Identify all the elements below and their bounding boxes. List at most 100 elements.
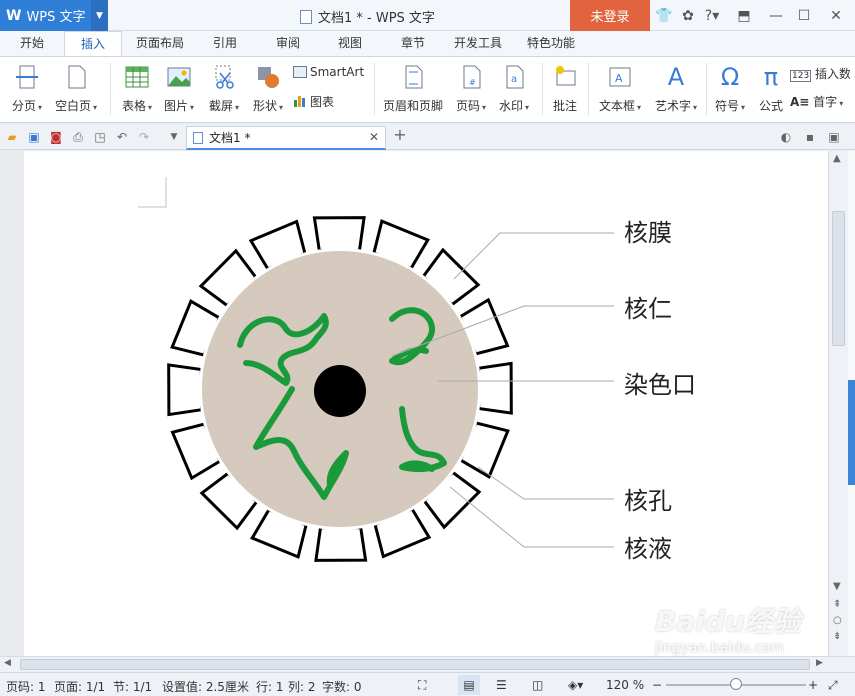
next-page-icon[interactable]: ⇟ (833, 631, 841, 642)
textbox-button[interactable]: A 文本框 ▾ (594, 63, 646, 114)
status-page: 页码: 1 (6, 680, 46, 694)
tab-insert[interactable]: 插入 (64, 31, 122, 56)
doc-panel-icon[interactable]: ◐ (778, 129, 794, 145)
outline-view-icon[interactable]: ☰ (496, 678, 507, 692)
smartart-icon (293, 66, 307, 78)
scroll-down-icon[interactable]: ▼ (833, 581, 841, 592)
leader-line-pore (477, 466, 614, 500)
maximize-icon[interactable]: ☐ (794, 6, 814, 26)
print-icon[interactable]: ⎙ (70, 129, 86, 145)
picture-button[interactable]: 图片 ▾ (160, 63, 198, 114)
side-panel-toggle[interactable] (848, 380, 855, 485)
page-break-button[interactable]: 分页 ▾ (8, 63, 46, 114)
close-tab-icon[interactable]: ✕ (369, 130, 379, 144)
chevron-down-icon[interactable]: ▼ (166, 129, 182, 145)
header-footer-button[interactable]: 页眉和页脚 (380, 63, 446, 114)
tab-home[interactable]: 开始 (8, 31, 56, 56)
watermark-url: jingyan.baidu.com (655, 640, 785, 656)
symbol-button[interactable]: Ω 符号 ▾ (710, 63, 750, 114)
zoom-slider-knob[interactable] (730, 678, 742, 690)
window-title: 文档1 * - WPS 文字 (300, 7, 435, 26)
formula-button[interactable]: π 公式 (754, 63, 788, 114)
close-doc-icon[interactable]: ▣ (826, 129, 842, 145)
open-folder-icon[interactable]: ▰ (4, 129, 20, 145)
reading-mode-icon[interactable]: ◈▾ (568, 678, 583, 692)
tab-chapter[interactable]: 章节 (388, 31, 438, 56)
blank-page-button[interactable]: 空白页 ▾ (50, 63, 102, 114)
login-button[interactable]: 未登录 (570, 0, 650, 31)
new-tab-icon[interactable]: + (392, 127, 408, 143)
zoom-in-icon[interactable]: + (808, 678, 818, 692)
quick-access-bar: ▰ ▣ ◙ ⎙ ◳ ↶ ↷ ▼ 文档1 * ✕ + ◐ ▪ ▣ (0, 124, 855, 150)
scroll-up-icon[interactable]: ▲ (833, 153, 841, 164)
tab-review[interactable]: 审阅 (263, 31, 313, 56)
insert-number-button[interactable]: 123 插入数 (790, 65, 850, 82)
smartart-button[interactable]: SmartArt (293, 65, 368, 79)
tab-developer[interactable]: 开发工具 (447, 31, 509, 56)
feedback-icon[interactable]: ✿ (678, 6, 698, 26)
minimize-icon[interactable]: — (766, 6, 786, 26)
page-view-icon[interactable]: ▤ (458, 675, 480, 695)
membrane-segment (476, 361, 513, 415)
undo-icon[interactable]: ↶ (114, 129, 130, 145)
export-pdf-icon[interactable]: ◙ (48, 129, 64, 145)
watermark-button[interactable]: a 水印 ▾ (494, 63, 534, 114)
status-bar: 页码: 1 页面: 1/1 节: 1/1 设置值: 2.5厘米 行: 1 列: … (0, 672, 855, 696)
table-button[interactable]: 表格 ▾ (118, 63, 156, 114)
baidu-watermark: Baidu经验 jingyan.baidu.com (655, 600, 815, 670)
scroll-left-icon[interactable]: ◀ (4, 658, 11, 668)
picture-icon (165, 63, 193, 91)
page-number-button[interactable]: # 页码 ▾ (452, 63, 490, 114)
help-icon[interactable]: ?▾ (702, 6, 722, 26)
document-tab[interactable]: 文档1 * ✕ (186, 126, 386, 150)
wordart-icon: A (667, 63, 685, 91)
zoom-level[interactable]: 120 % (606, 678, 644, 692)
skin-icon[interactable]: 👕 (654, 6, 674, 26)
label-chromatin: 染色口 (624, 371, 696, 399)
zoom-out-icon[interactable]: − (652, 678, 662, 692)
drop-cap-icon: A≡ (790, 95, 810, 109)
select-browse-icon[interactable]: ○ (833, 615, 842, 626)
shape-button[interactable]: 形状 ▾ (248, 63, 288, 114)
minimize-doc-icon[interactable]: ▪ (802, 129, 818, 145)
document-page[interactable]: 核膜 核仁 染色口 核孔 核液 (24, 151, 828, 656)
nucleus-diagram: 核膜 核仁 染色口 核孔 核液 (138, 177, 696, 565)
status-col: 列: 2 (288, 680, 316, 694)
web-view-icon[interactable]: ◫ (532, 678, 543, 692)
fullscreen-icon[interactable]: ⛶ (418, 678, 426, 693)
fit-window-icon[interactable]: ⤢ (828, 678, 838, 693)
textbox-icon: A (606, 63, 634, 91)
tab-layout[interactable]: 页面布局 (130, 31, 190, 56)
drop-cap-button[interactable]: A≡ 首字 ▾ (790, 93, 850, 110)
wordart-button[interactable]: A 艺术字 ▾ (650, 63, 702, 114)
scroll-right-icon[interactable]: ▶ (816, 658, 823, 668)
tab-references[interactable]: 引用 (200, 31, 250, 56)
redo-icon[interactable]: ↷ (136, 129, 152, 145)
ribbon-divider (110, 63, 111, 115)
print-preview-icon[interactable]: ◳ (92, 129, 108, 145)
page-number-icon: # (457, 63, 485, 91)
label-sap: 核液 (624, 535, 672, 563)
ribbon-divider (588, 63, 589, 115)
scissors-icon (210, 63, 238, 91)
save-icon[interactable]: ▣ (26, 129, 42, 145)
status-pages: 页面: 1/1 (54, 680, 106, 694)
vertical-scroll-thumb[interactable] (832, 211, 845, 346)
membrane-segment (167, 363, 204, 417)
screenshot-button[interactable]: 截屏 ▾ (204, 63, 244, 114)
chevron-down-icon[interactable]: ▼ (91, 0, 108, 31)
close-icon[interactable]: ✕ (826, 6, 846, 26)
comment-button[interactable]: 批注 (548, 63, 582, 114)
tab-features[interactable]: 特色功能 (520, 31, 582, 56)
blank-page-icon (62, 63, 90, 91)
table-icon (123, 63, 151, 91)
tab-view[interactable]: 视图 (325, 31, 375, 56)
previous-page-icon[interactable]: ⇞ (833, 599, 841, 610)
vertical-scrollbar[interactable]: ▲ ▼ ⇞ ○ ⇟ (828, 151, 848, 656)
app-menu-button[interactable]: W WPS 文字 ▼ (0, 0, 108, 31)
membrane-segment (312, 216, 366, 253)
status-setting: 设置值: 2.5厘米 (162, 680, 249, 694)
chart-button[interactable]: 图表 (293, 93, 353, 110)
pin-icon[interactable]: ⬒ (734, 6, 754, 26)
ribbon-divider (374, 63, 375, 115)
